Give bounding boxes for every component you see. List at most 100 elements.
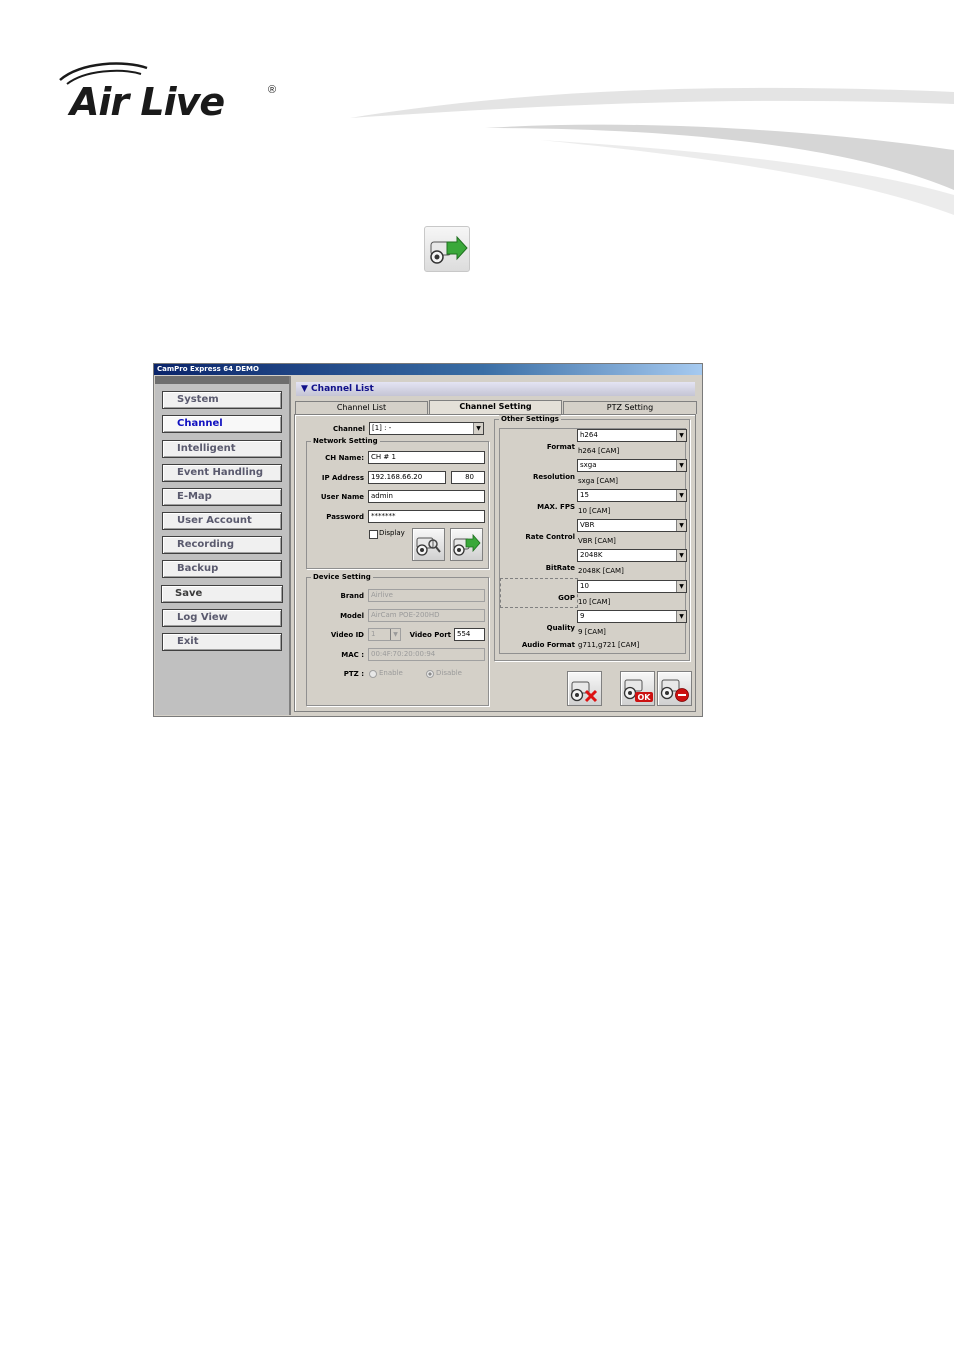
ptz-disable-label: Disable — [436, 669, 462, 677]
password-label: Password — [326, 513, 364, 521]
logo-text: Air Live — [70, 80, 225, 124]
resolution-value: sxga — [580, 461, 597, 469]
user-name-input[interactable]: admin — [368, 490, 485, 503]
campro-window: CamPro Express 64 DEMO System Channel In… — [153, 363, 703, 717]
sidebar-item-log-view[interactable]: Log View — [162, 609, 282, 627]
gop-label: GOP — [558, 594, 575, 602]
brand-field: Airlive — [368, 589, 485, 602]
resolution-select[interactable]: sxga ▼ — [577, 459, 687, 472]
ch-name-label: CH Name: — [325, 454, 364, 462]
quality-label: Quality — [546, 624, 575, 632]
chevron-down-icon[interactable]: ▼ — [676, 550, 686, 561]
rate-control-value: VBR — [580, 521, 595, 529]
password-input[interactable]: ******* — [368, 510, 485, 523]
audio-format-value: g711,g721 [CAM] — [578, 641, 640, 649]
sidebar-item-channel[interactable]: Channel — [162, 415, 282, 433]
max-fps-value: 15 — [580, 491, 589, 499]
quality-value: 9 — [580, 612, 585, 620]
gop-cam-value: 10 [CAM] — [578, 598, 611, 606]
channel-label: Channel — [333, 425, 365, 433]
sidebar-item-e-map[interactable]: E-Map — [162, 488, 282, 506]
bitrate-cam-value: 2048K [CAM] — [578, 567, 624, 575]
camera-ok-icon: OK — [623, 679, 653, 702]
device-setting-title: Device Setting — [311, 573, 373, 581]
sidebar-item-exit[interactable]: Exit — [162, 633, 282, 651]
svg-text:OK: OK — [638, 693, 652, 702]
ptz-label: PTZ : — [343, 670, 364, 678]
bitrate-select[interactable]: 2048K ▼ — [577, 549, 687, 562]
audio-format-label: Audio Format — [521, 641, 575, 649]
other-settings-group: Other Settings Format h264 ▼ h264 [CAM] … — [494, 415, 690, 661]
video-port-input[interactable]: 554 — [454, 628, 485, 641]
ip-address-input[interactable]: 192.168.66.20 — [368, 471, 446, 484]
rate-control-label: Rate Control — [525, 533, 575, 541]
tab-ptz-setting[interactable]: PTZ Setting — [563, 401, 697, 414]
window-title: CamPro Express 64 DEMO — [154, 364, 702, 375]
format-cam-value: h264 [CAM] — [578, 447, 620, 455]
chevron-down-icon[interactable]: ▼ — [676, 490, 686, 501]
tab-channel-list[interactable]: Channel List — [295, 401, 428, 414]
camera-forward-icon — [424, 226, 470, 272]
other-settings-title: Other Settings — [499, 415, 561, 423]
resolution-cam-value: sxga [CAM] — [578, 477, 618, 485]
gop-focus-box — [500, 578, 578, 608]
camera-cancel-icon — [660, 679, 689, 702]
save-button[interactable]: Save — [161, 585, 283, 603]
channel-setting-panel: Channel [1] : - ▼ Network Setting CH Nam… — [294, 414, 696, 712]
quality-select[interactable]: 9 ▼ — [577, 610, 687, 623]
ch-name-input[interactable]: CH # 1 — [368, 451, 485, 464]
mac-label: MAC : — [341, 651, 364, 659]
channel-select-value: [1] : - — [372, 424, 392, 432]
ptz-enable-label: Enable — [379, 669, 403, 677]
delete-camera-button[interactable] — [567, 671, 602, 706]
logo-registered-mark: ® — [268, 84, 277, 96]
airlive-logo: Air Live ® — [55, 58, 295, 128]
port-input[interactable]: 80 — [451, 471, 485, 484]
chevron-down-icon[interactable]: ▼ — [676, 430, 686, 441]
sidebar-item-recording[interactable]: Recording — [162, 536, 282, 554]
gop-select[interactable]: 10 ▼ — [577, 580, 687, 593]
chevron-down-icon: ▼ — [390, 629, 400, 640]
model-field: AirCam POE-200HD — [368, 609, 485, 622]
camera-delete-icon — [570, 681, 598, 703]
search-camera-button[interactable] — [412, 528, 445, 561]
chevron-down-icon[interactable]: ▼ — [676, 581, 686, 592]
network-setting-title: Network Setting — [311, 437, 380, 445]
chevron-down-icon[interactable]: ▼ — [676, 611, 686, 622]
channel-select[interactable]: [1] : - ▼ — [369, 422, 484, 435]
max-fps-select[interactable]: 15 ▼ — [577, 489, 687, 502]
main-panel: ▼ Channel List Channel List Channel Sett… — [291, 376, 700, 715]
ok-camera-button[interactable]: OK — [620, 671, 655, 706]
sidebar-item-intelligent[interactable]: Intelligent — [162, 440, 282, 458]
video-id-value: 1 — [371, 630, 376, 638]
max-fps-label: MAX. FPS — [537, 503, 575, 511]
device-setting-group: Device Setting Brand Airlive Model AirCa… — [306, 573, 489, 706]
connect-camera-button[interactable] — [450, 528, 483, 561]
channel-list-header[interactable]: ▼ Channel List — [296, 382, 695, 396]
max-fps-cam-value: 10 [CAM] — [578, 507, 611, 515]
chevron-down-icon[interactable]: ▼ — [676, 460, 686, 471]
format-select[interactable]: h264 ▼ — [577, 429, 687, 442]
cancel-camera-button[interactable] — [657, 671, 692, 706]
sidebar-item-backup[interactable]: Backup — [162, 560, 282, 578]
network-setting-group: Network Setting CH Name: CH # 1 IP Addre… — [306, 437, 489, 569]
display-checkbox[interactable] — [369, 530, 378, 539]
tab-channel-setting[interactable]: Channel Setting — [429, 400, 562, 415]
ptz-disable-radio — [426, 670, 434, 678]
rate-control-select[interactable]: VBR ▼ — [577, 519, 687, 532]
video-id-label: Video ID — [330, 631, 364, 639]
chevron-down-icon[interactable]: ▼ — [676, 520, 686, 531]
sidebar: System Channel Intelligent Event Handlin… — [155, 376, 291, 715]
format-value: h264 — [580, 431, 598, 439]
bitrate-label: BitRate — [545, 564, 575, 572]
resolution-label: Resolution — [532, 473, 575, 481]
sidebar-item-event-handling[interactable]: Event Handling — [162, 464, 282, 482]
gop-value: 10 — [580, 582, 589, 590]
format-label: Format — [546, 443, 575, 451]
chevron-down-icon[interactable]: ▼ — [473, 423, 483, 434]
model-label: Model — [340, 612, 364, 620]
brand-label: Brand — [340, 592, 364, 600]
sidebar-item-system[interactable]: System — [162, 391, 282, 409]
ptz-enable-radio — [369, 670, 377, 678]
sidebar-item-user-account[interactable]: User Account — [162, 512, 282, 530]
